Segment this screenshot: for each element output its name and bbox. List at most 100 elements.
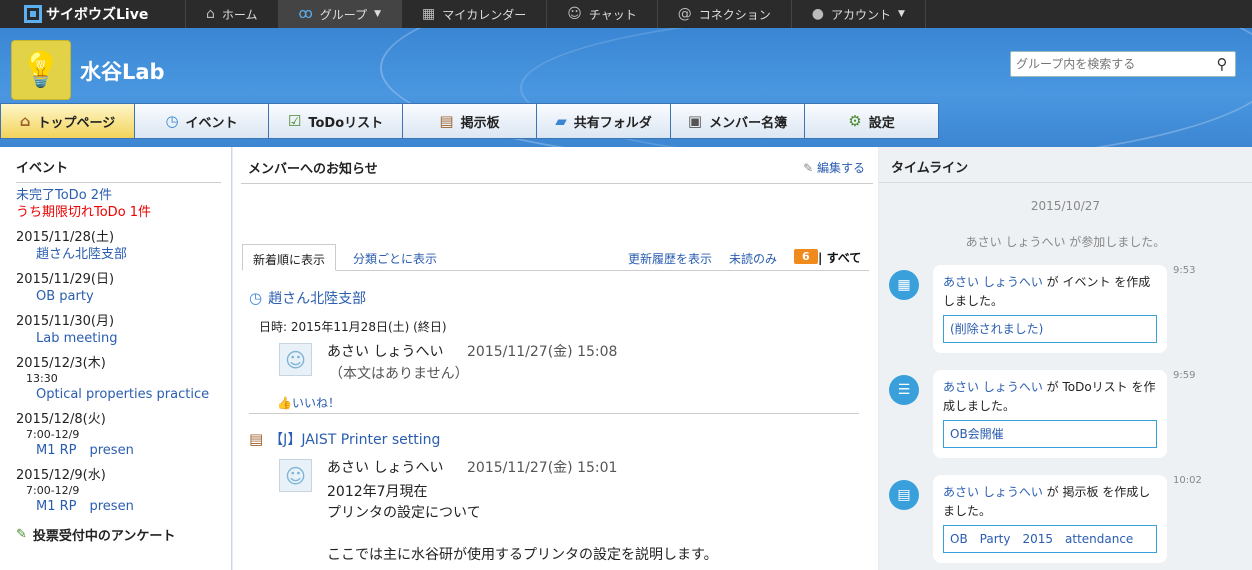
event-link[interactable]: Lab meeting: [16, 330, 221, 347]
group-tabs: ⌂ トップページ ◷ イベント ☑ ToDoリスト ▤ 掲示板 ▰ 共有フォルダ ▣ メンバ…: [0, 103, 939, 139]
timeline-author[interactable]: あさい しょうへい: [943, 380, 1043, 394]
unread-count-badge: 6: [794, 249, 818, 264]
member-icon: ▣: [687, 112, 703, 130]
tab-event[interactable]: ◷ イベント: [135, 104, 268, 138]
timeline-date: 2015/10/27: [1030, 199, 1101, 213]
survey-heading: ✎ 投票受付中のアンケート: [16, 527, 176, 544]
nav-account[interactable]: ● アカウント ▼: [790, 0, 925, 28]
post-author[interactable]: あさい しょうへい: [327, 457, 443, 477]
event-icon: ◷: [249, 289, 263, 307]
timeline-author[interactable]: あさい しょうへい: [943, 275, 1043, 289]
search-icon[interactable]: ⚲: [1209, 55, 1235, 73]
post-item: ▤ 【J】JAIST Printer setting ☺ あさい しょうへい 20…: [249, 429, 859, 570]
timeline-author[interactable]: あさい しょうへい: [943, 485, 1043, 499]
tab-member-list[interactable]: ▣ メンバー名簿: [671, 104, 804, 138]
todo-icon: ☑: [287, 112, 302, 130]
timeline-link[interactable]: (削除されました): [943, 315, 1157, 343]
timeline-join-message: あさい しょうへい が参加しました。: [965, 235, 1166, 249]
tab-newest[interactable]: 新着順に表示: [242, 244, 337, 271]
pencil-icon: ✎: [803, 161, 814, 175]
gear-icon: ⚙: [848, 112, 862, 130]
survey-icon: ✎: [16, 527, 27, 542]
calendar-icon: ▦: [889, 270, 919, 300]
chevron-down-icon: ▼: [374, 9, 381, 19]
board-icon: ▤: [439, 112, 454, 130]
nav-chat[interactable]: ☺ チャット: [546, 0, 657, 28]
nav-home[interactable]: ⌂ ホーム: [185, 0, 278, 28]
incomplete-todo-link[interactable]: 未完了ToDo 2件: [16, 187, 221, 204]
home-icon: ⌂: [19, 112, 31, 130]
group-icon: ꝏ: [298, 6, 313, 22]
tab-board[interactable]: ▤ 掲示板: [403, 104, 536, 138]
tab-by-category[interactable]: 分類ごとに表示: [343, 244, 447, 271]
event-link[interactable]: 趙さん北陸支部: [16, 246, 221, 263]
at-icon: @: [677, 6, 692, 22]
unread-only-link[interactable]: 未読のみ: [729, 250, 777, 267]
cybozu-live-logo[interactable]: サイボウズLive: [0, 0, 185, 28]
chat-icon: ☺: [567, 6, 582, 22]
event-link[interactable]: M1 RP presen: [16, 498, 221, 515]
tab-shared-folder[interactable]: ▰ 共有フォルダ: [537, 104, 670, 138]
feed-tabs: 新着順に表示 分類ごとに表示 更新履歴を表示 未読のみ 6 | すべて: [242, 244, 869, 271]
event-panel-title: イベント: [16, 157, 221, 183]
timeline-card: あさい しょうへい が イベント を作成 しました。 (削除されました): [933, 265, 1167, 353]
announcement-panel: メンバーへのお知らせ ✎ 編集する 新着順に表示 分類ごとに表示 更新履歴を表示…: [233, 147, 878, 570]
group-title: 水谷Lab: [80, 60, 165, 84]
tab-settings[interactable]: ⚙ 設定: [805, 104, 938, 138]
event-link[interactable]: OB party: [16, 288, 221, 305]
nav-my-calendar[interactable]: ▦ マイカレンダー: [401, 0, 546, 28]
announcement-title: メンバーへのお知らせ: [248, 162, 378, 177]
event-item: 2015/12/9(水) 7:00-12/9 M1 RP presen: [16, 467, 221, 515]
timeline-time: 9:59: [1173, 370, 1196, 381]
post-timestamp: 2015/11/27(金) 15:08: [467, 344, 618, 360]
event-link[interactable]: Optical properties practice: [16, 386, 221, 403]
post-title[interactable]: ◷ 趙さん北陸支部: [249, 288, 859, 308]
calendar-icon: ▦: [422, 6, 436, 22]
event-link[interactable]: M1 RP presen: [16, 442, 221, 459]
lightbulb-icon: 💡: [11, 40, 71, 100]
post-body-line: プリンタの設定について: [327, 505, 481, 521]
clipboard-icon: ▤: [889, 480, 919, 510]
event-item: 2015/12/3(木) 13:30 Optical properties pr…: [16, 355, 221, 403]
timeline-title: タイムライン: [891, 161, 969, 176]
thumbs-up-icon: 👍: [277, 396, 292, 410]
overdue-todo-link[interactable]: うち期限切れToDo 1件: [16, 204, 221, 221]
person-icon: ●: [811, 6, 824, 22]
event-panel: イベント 未完了ToDo 2件 うち期限切れToDo 1件 2015/11/28…: [0, 147, 232, 570]
post-title[interactable]: ▤ 【J】JAIST Printer setting: [249, 429, 859, 449]
board-icon: ▤: [249, 430, 264, 448]
avatar[interactable]: ☺: [279, 343, 312, 376]
update-history-link[interactable]: 更新履歴を表示: [628, 250, 712, 267]
search-input[interactable]: [1011, 57, 1209, 71]
post-item: ◷ 趙さん北陸支部 日時: 2015年11月28日(土) (終日) ☺ あさい し…: [249, 288, 859, 414]
timeline-card: あさい しょうへい が ToDoリスト を作 成しました。 OB会開催: [933, 370, 1167, 458]
global-nav-bar: サイボウズLive ⌂ ホーム ꝏ グループ ▼ ▦ マイカレンダー ☺ チャット @ コネ…: [0, 0, 1252, 28]
event-item: 2015/11/28(土) 趙さん北陸支部: [16, 229, 221, 263]
tab-top-page[interactable]: ⌂ トップページ: [1, 104, 134, 138]
home-icon: ⌂: [206, 6, 215, 22]
edit-link[interactable]: ✎ 編集する: [803, 159, 865, 176]
post-body: （本文はありません）: [329, 366, 469, 382]
chevron-down-icon: ▼: [898, 9, 905, 19]
post-body-line: 2012年7月現在: [327, 484, 428, 500]
timeline-card: あさい しょうへい が 掲示板 を作成し ました。 OB Party 2015 a…: [933, 475, 1167, 563]
timeline-link[interactable]: OB会開催: [943, 420, 1157, 448]
nav-connection[interactable]: @ コネクション: [656, 0, 791, 28]
folder-icon: ▰: [555, 112, 567, 130]
avatar[interactable]: ☺: [279, 459, 312, 492]
checklist-icon: ☰: [889, 375, 919, 405]
event-item: 2015/11/30(月) Lab meeting: [16, 313, 221, 347]
post-body-line: ここでは主に水谷研が使用するプリンタの設定を説明します。: [327, 547, 718, 563]
post-date: 日時: 2015年11月28日(土) (終日): [259, 320, 447, 334]
like-button[interactable]: 👍いいね！: [277, 394, 340, 411]
timeline-link[interactable]: OB Party 2015 attendance: [943, 525, 1157, 553]
event-icon: ◷: [165, 112, 179, 130]
tab-todo[interactable]: ☑ ToDoリスト: [269, 104, 402, 138]
all-filter[interactable]: | すべて: [818, 249, 861, 266]
timeline-panel: タイムライン 2015/10/27 あさい しょうへい が参加しました。 ▦ あ…: [879, 147, 1252, 570]
post-timestamp: 2015/11/27(金) 15:01: [467, 460, 618, 476]
logo-icon: [24, 5, 42, 23]
brand-name: サイボウズLive: [46, 7, 149, 23]
post-author[interactable]: あさい しょうへい: [327, 341, 443, 361]
nav-group[interactable]: ꝏ グループ ▼: [277, 0, 401, 28]
